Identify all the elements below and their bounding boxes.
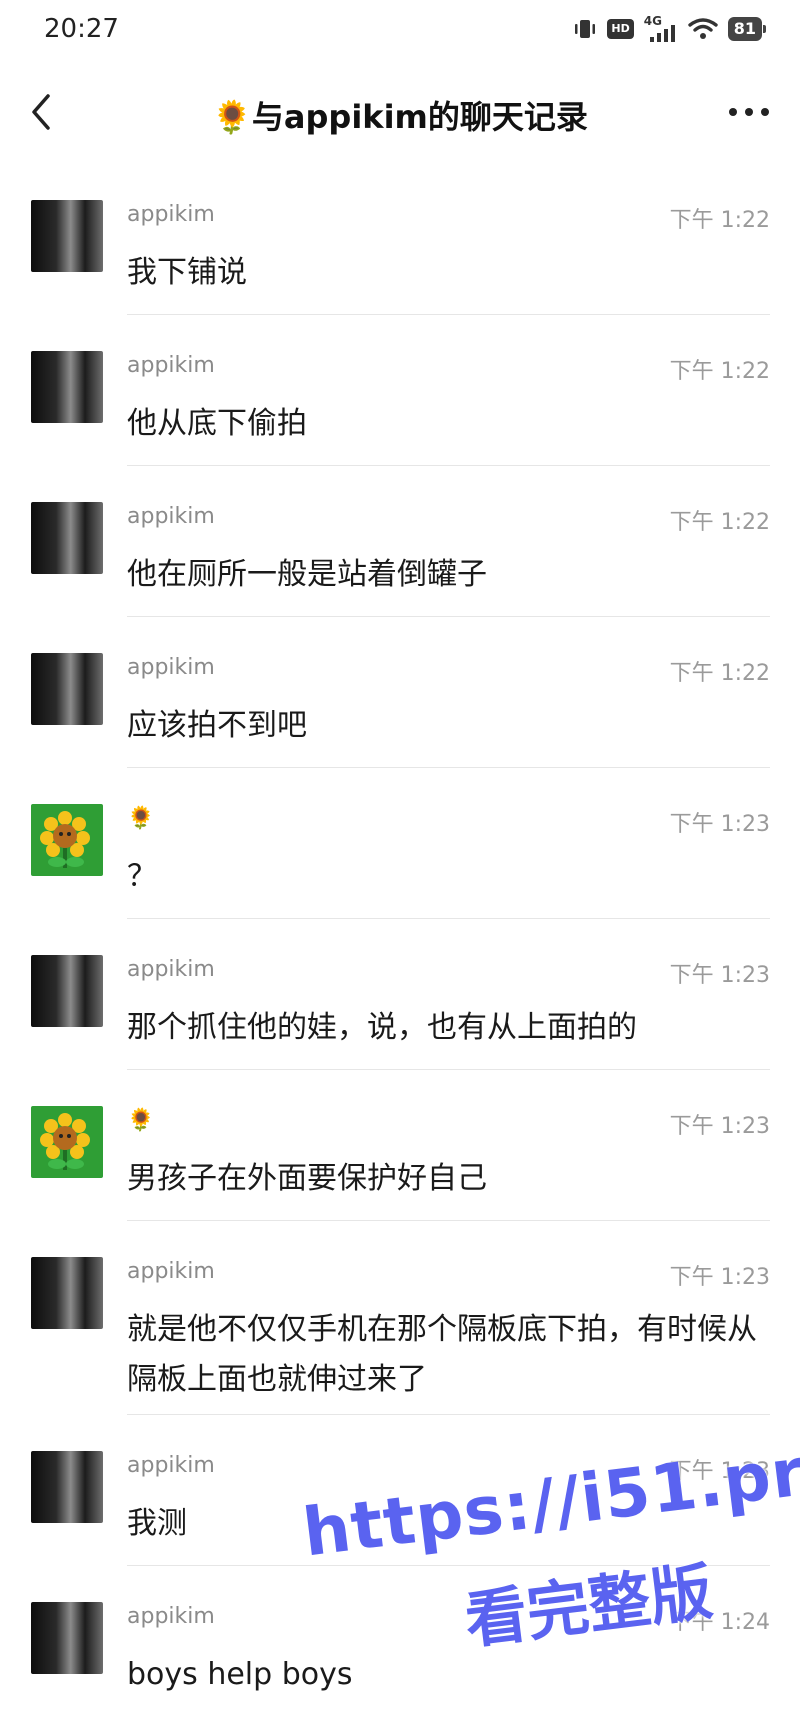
avatar[interactable] [31, 1257, 103, 1329]
message-text: 我测 [127, 1506, 187, 1541]
message-time: 下午 1:23 [669, 1114, 770, 1139]
message-list: appikim 下午 1:22 我下铺说 appikim 下午 1:22 他从底… [0, 164, 800, 1717]
avatar[interactable] [31, 1106, 103, 1178]
sunflower-icon [40, 1113, 90, 1170]
sender-name: appikim [127, 1453, 215, 1478]
sender-name: 🌻 [127, 806, 155, 831]
message-time: 下午 1:22 [669, 661, 770, 686]
avatar[interactable] [31, 653, 103, 725]
message-item[interactable]: appikim 下午 1:22 他从底下偷拍 [0, 315, 800, 466]
avatar[interactable] [31, 1602, 103, 1674]
message-time: 下午 1:22 [669, 208, 770, 233]
sender-name: 🌻 [127, 1108, 155, 1133]
sender-name: appikim [127, 353, 215, 378]
avatar[interactable] [31, 804, 103, 876]
sender-name: appikim [127, 957, 215, 982]
message-time: 下午 1:23 [669, 812, 770, 837]
avatar[interactable] [31, 200, 103, 272]
message-text: 他从底下偷拍 [127, 406, 307, 441]
status-bar: 20:27 HD 4G 81 [0, 0, 800, 64]
more-dots-icon[interactable] [724, 98, 774, 126]
page-title: 🌻与appikim的聊天记录 [212, 98, 588, 136]
message-item[interactable]: appikim 下午 1:23 我测 [0, 1415, 800, 1566]
sender-name: appikim [127, 202, 215, 227]
avatar[interactable] [31, 1451, 103, 1523]
chat-history-header: 🌻与appikim的聊天记录 [0, 70, 800, 158]
avatar[interactable] [31, 351, 103, 423]
message-item[interactable]: appikim 下午 1:23 就是他不仅仅手机在那个隔板底下拍，有时候从隔板上… [0, 1221, 800, 1415]
message-item[interactable]: appikim 下午 1:23 那个抓住他的娃，说，也有从上面拍的 [0, 919, 800, 1070]
message-time: 下午 1:24 [669, 1610, 770, 1635]
vibrate-icon [575, 20, 596, 38]
message-time: 下午 1:22 [669, 359, 770, 384]
message-text: 那个抓住他的娃，说，也有从上面拍的 [127, 1010, 637, 1045]
message-item[interactable]: appikim 下午 1:22 我下铺说 [0, 164, 800, 315]
cellular-signal-icon: 4G [644, 14, 678, 42]
sender-name: appikim [127, 1259, 215, 1284]
sunflower-icon [40, 811, 90, 868]
message-text: 我下铺说 [127, 255, 247, 290]
message-time: 下午 1:23 [669, 963, 770, 988]
status-time: 20:27 [44, 14, 119, 44]
sender-name: appikim [127, 655, 215, 680]
message-text: 应该拍不到吧 [127, 708, 307, 743]
message-text: ？ [127, 859, 157, 894]
avatar[interactable] [31, 955, 103, 1027]
message-text: 就是他不仅仅手机在那个隔板底下拍，有时候从隔板上面也就伸过来了 [127, 1312, 757, 1397]
message-time: 下午 1:23 [669, 1459, 770, 1484]
sender-name: appikim [127, 1604, 215, 1629]
sender-name: appikim [127, 504, 215, 529]
hd-badge: HD [607, 19, 634, 39]
message-item[interactable]: 🌻 下午 1:23 ？ [0, 768, 800, 919]
message-time: 下午 1:22 [669, 510, 770, 535]
message-time: 下午 1:23 [669, 1265, 770, 1290]
message-item[interactable]: appikim 下午 1:22 应该拍不到吧 [0, 617, 800, 768]
avatar[interactable] [31, 502, 103, 574]
message-item[interactable]: appikim 下午 1:24 boys help boys [0, 1566, 800, 1717]
status-icons: HD 4G 81 [573, 14, 767, 42]
message-text: 男孩子在外面要保护好自己 [127, 1161, 487, 1196]
message-text: 他在厕所一般是站着倒罐子 [127, 557, 487, 592]
message-text: boys help boys [127, 1657, 353, 1692]
message-item[interactable]: appikim 下午 1:22 他在厕所一般是站着倒罐子 [0, 466, 800, 617]
message-item[interactable]: 🌻 下午 1:23 男孩子在外面要保护好自己 [0, 1070, 800, 1221]
wifi-icon [688, 18, 718, 39]
battery-icon: 81 [727, 17, 767, 41]
